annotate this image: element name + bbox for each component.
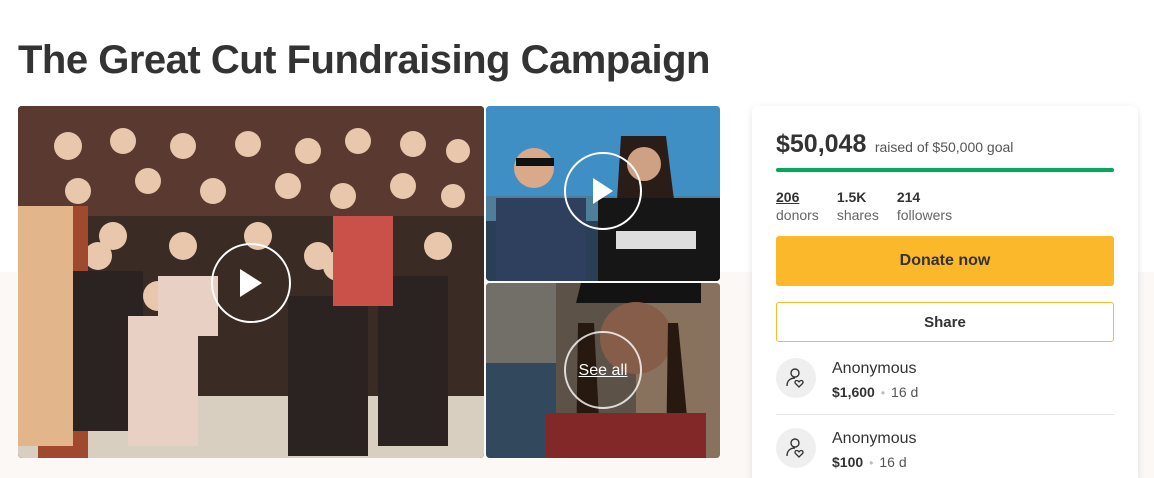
play-video-button[interactable] <box>211 243 291 323</box>
donation-divider <box>776 414 1114 415</box>
stat-shares-value: 1.5K <box>836 189 867 205</box>
donate-now-button[interactable]: Donate now <box>776 236 1114 286</box>
stat-donors[interactable]: 206 donors <box>776 188 819 224</box>
stat-followers-value: 214 <box>896 189 921 205</box>
donor-avatar <box>776 428 816 468</box>
stat-followers: 214 followers <box>897 188 952 224</box>
donor-name: Anonymous <box>832 430 917 447</box>
separator-dot: • <box>880 386 886 400</box>
raised-amount: $50,048 <box>776 130 867 158</box>
video-thumbnail-2[interactable] <box>486 106 720 281</box>
campaign-stats: 206 donors 1.5K shares 214 followers <box>776 188 970 224</box>
donation-amount: $100 <box>832 454 864 470</box>
media-gallery: See all <box>18 106 720 458</box>
play-icon <box>593 178 613 204</box>
donor-name: Anonymous <box>832 360 917 377</box>
progress-bar-fill <box>776 168 1114 172</box>
share-button[interactable]: Share <box>776 302 1114 342</box>
stat-donors-value[interactable]: 206 <box>776 188 819 206</box>
see-all-link[interactable]: See all <box>486 362 720 380</box>
play-video-button[interactable] <box>564 152 642 230</box>
goal-text: raised of $50,000 goal <box>874 139 1014 155</box>
donation-list-item: Anonymous $100 • 16 d <box>776 426 1114 478</box>
donor-avatar <box>776 358 816 398</box>
raised-summary: $50,048 raised of $50,000 goal <box>776 130 1013 159</box>
donation-meta: $100 • 16 d <box>832 454 907 470</box>
stat-shares-label: shares <box>836 207 879 223</box>
donation-amount: $1,600 <box>832 384 875 400</box>
donation-meta: $1,600 • 16 d <box>832 384 918 400</box>
stat-donors-label: donors <box>776 207 819 223</box>
page-title: The Great Cut Fundraising Campaign <box>18 38 710 82</box>
see-all-media-tile[interactable]: See all <box>486 283 720 458</box>
donor-heart-icon <box>786 438 804 458</box>
donation-sidebar-card: $50,048 raised of $50,000 goal 206 donor… <box>752 106 1138 478</box>
play-icon <box>240 269 262 297</box>
donation-time: 16 d <box>879 454 907 470</box>
donation-time: 16 d <box>891 384 919 400</box>
progress-bar <box>776 168 1114 172</box>
main-video-thumbnail[interactable] <box>18 106 484 458</box>
stat-followers-label: followers <box>896 207 953 223</box>
donation-list-item: Anonymous $1,600 • 16 d <box>776 356 1114 418</box>
stat-shares: 1.5K shares <box>837 188 879 224</box>
donor-heart-icon <box>786 368 804 388</box>
separator-dot: • <box>869 456 874 470</box>
